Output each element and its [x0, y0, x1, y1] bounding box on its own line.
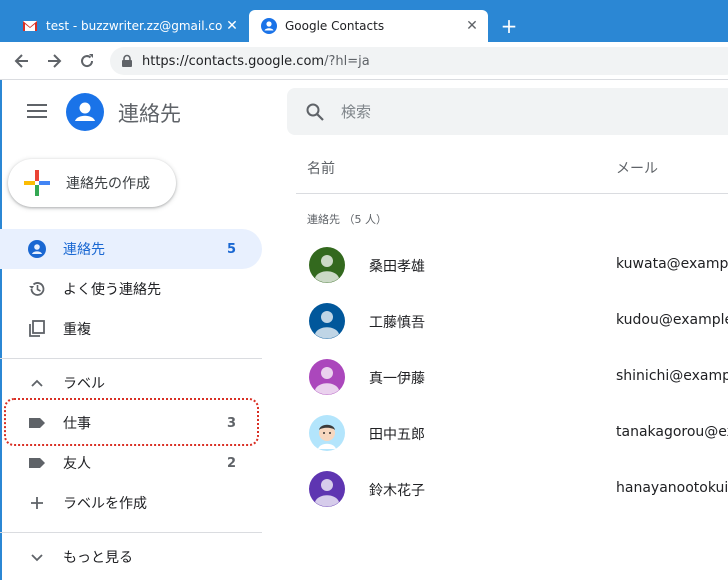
history-icon [29, 282, 45, 296]
contact-email: tanakagorou@exa [616, 424, 728, 440]
column-header-email[interactable]: メール [616, 158, 658, 178]
contact-email: shinichi@example [616, 368, 728, 384]
search-bar[interactable]: 検索 [287, 88, 728, 135]
table-row[interactable]: 真一伊藤 shinichi@example [296, 349, 728, 405]
address-bar[interactable]: https://contacts.google.com/?hl=ja [110, 47, 728, 75]
gmail-icon [23, 21, 37, 31]
table-row[interactable]: 桑田孝雄 kuwata@example [296, 237, 728, 293]
tab-google-contacts[interactable]: Google Contacts ✕ [249, 10, 488, 42]
avatar[interactable] [309, 471, 345, 507]
sidebar-labels-toggle[interactable]: ラベル [0, 363, 262, 403]
sidebar-item-frequent[interactable]: よく使う連絡先 [0, 269, 262, 309]
contacts-logo-icon [66, 93, 104, 131]
browser-tabstrip: test - buzzwriter.zz@gmail.com - ✕ Googl… [0, 0, 728, 42]
tab-title: Google Contacts [285, 19, 385, 33]
create-contact-button[interactable]: 連絡先の作成 [8, 159, 176, 207]
chevron-down-icon [31, 554, 43, 562]
app-title: 連絡先 [118, 102, 181, 126]
contact-name: 工藤慎吾 [369, 315, 425, 331]
sidebar-item-contacts[interactable]: 連絡先 5 [0, 229, 262, 269]
sidebar-item-more[interactable]: もっと見る [0, 537, 262, 577]
copy-icon [29, 320, 45, 337]
sidebar-item-label: ラベル [63, 376, 105, 392]
label-count: 2 [226, 455, 236, 471]
contact-name: 田中五郎 [369, 427, 425, 443]
hamburger-menu-icon[interactable] [26, 101, 48, 121]
sidebar-divider [0, 532, 262, 533]
contact-name: 真一伊藤 [369, 371, 425, 387]
contact-name: 桑田孝雄 [369, 259, 425, 275]
search-input[interactable]: 検索 [341, 101, 371, 122]
contact-email: kudou@example.c [616, 312, 728, 328]
sidebar-item-label: ラベルを作成 [63, 496, 147, 512]
create-contact-label: 連絡先の作成 [66, 176, 150, 192]
contact-name: 鈴木花子 [369, 483, 425, 499]
plus-icon [24, 170, 50, 196]
sidebar-item-label: 連絡先 [63, 242, 105, 258]
reload-icon[interactable] [77, 51, 97, 71]
sidebar-divider [0, 358, 262, 359]
close-icon[interactable]: ✕ [462, 18, 482, 34]
plus-icon [31, 497, 43, 509]
person-icon [28, 240, 46, 258]
sidebar-item-label: よく使う連絡先 [63, 282, 161, 298]
label-icon [29, 458, 45, 468]
sidebar-item-label-friends[interactable]: 友人 2 [0, 443, 262, 483]
search-icon[interactable] [305, 102, 325, 122]
tab-title: test - buzzwriter.zz@gmail.com - [46, 19, 222, 33]
avatar[interactable] [309, 247, 345, 283]
avatar[interactable] [309, 415, 345, 451]
contact-email: hanayanootokui@ [616, 480, 728, 496]
sidebar-item-duplicates[interactable]: 重複 [0, 309, 262, 349]
contact-count: 5 [226, 241, 236, 257]
avatar[interactable] [309, 359, 345, 395]
url-text: https://contacts.google.com/?hl=ja [142, 53, 370, 69]
sidebar-item-create-label[interactable]: ラベルを作成 [0, 483, 262, 523]
table-row[interactable]: 工藤慎吾 kudou@example.c [296, 293, 728, 349]
new-tab-button[interactable]: + [498, 15, 520, 37]
contacts-icon [261, 18, 277, 34]
section-label: 連絡先 （5 人） [307, 213, 387, 226]
browser-toolbar: https://contacts.google.com/?hl=ja [0, 42, 728, 80]
chevron-up-icon [31, 379, 43, 387]
contact-email: kuwata@example [616, 256, 728, 272]
sidebar-item-label: もっと見る [63, 550, 133, 566]
tab-gmail[interactable]: test - buzzwriter.zz@gmail.com - ✕ [10, 10, 248, 42]
back-arrow-icon[interactable] [12, 51, 32, 71]
column-header-name[interactable]: 名前 [307, 158, 335, 178]
lock-icon [122, 54, 132, 67]
table-row[interactable]: 田中五郎 tanakagorou@exa [296, 405, 728, 461]
table-row[interactable]: 鈴木花子 hanayanootokui@ [296, 461, 728, 517]
forward-arrow-icon[interactable] [44, 51, 64, 71]
avatar[interactable] [309, 303, 345, 339]
highlight-annotation [4, 398, 259, 446]
close-icon[interactable]: ✕ [222, 18, 242, 34]
sidebar-item-label: 重複 [63, 322, 91, 338]
header-divider [296, 193, 728, 194]
sidebar-item-label: 友人 [63, 456, 91, 472]
